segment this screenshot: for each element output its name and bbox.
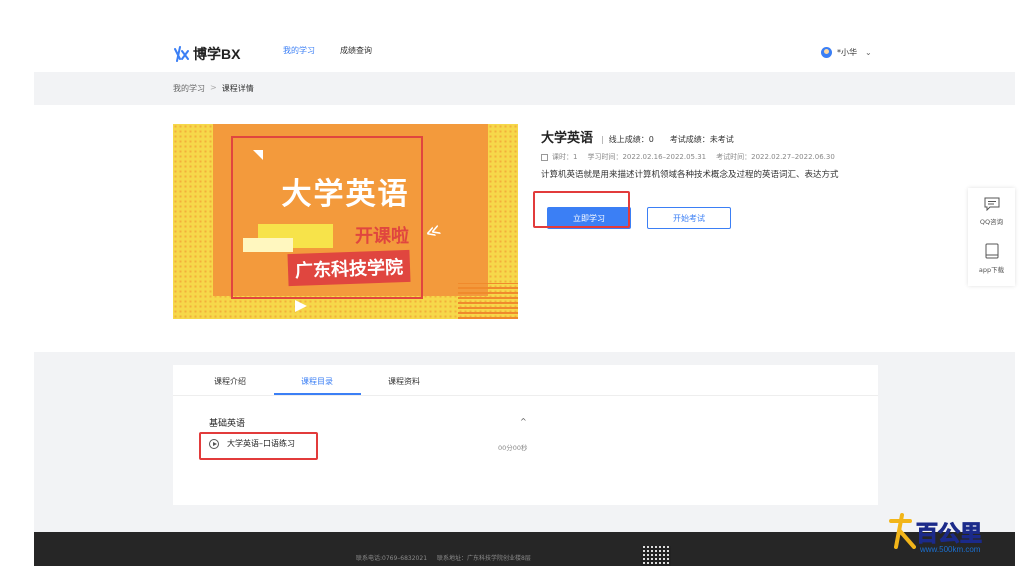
start-exam-button[interactable]: 开始考试 [647,207,731,229]
active-tab-indicator [274,393,361,395]
course-title-row: 大学英语 | 线上成绩：0 考试成绩：未考试 [541,127,921,146]
user-name: *小华 [837,48,857,57]
chapter-title[interactable]: 基础英语 [209,416,245,429]
tab-bar: 课程介绍 课程目录 课程资料 [173,365,878,396]
chat-icon [984,197,999,211]
cover-title: 大学英语 [281,177,410,212]
lesson-duration: 00分00秒 [498,444,528,452]
avatar [821,47,832,58]
cover-play-triangle [295,300,307,312]
chevron-down-icon: ⌄ [865,48,872,57]
breadcrumb-separator: > [210,83,217,92]
highlight-start-button [533,191,630,228]
footer-address: 联系地址：广东科技学院创业楼8层 [437,555,531,562]
app-download[interactable]: app下载 [968,243,1015,274]
course-description: 计算机英语就是用来描述计算机领域各种技术概念及过程的英语词汇、表达方式 [541,170,839,180]
app-window: 博学BX 我的学习 成绩查询 *小华 ⌄ 我的学习 > 课程详情 大学英语 开课… [34,35,1015,566]
user-menu[interactable]: *小华 ⌄ [821,47,872,58]
tab-course-catalog[interactable]: 课程目录 [301,376,333,387]
side-float-panel: QQ咨询 app下载 [968,188,1015,286]
course-panel: 大学英语 开课啦 ≪ 广东科技学院 大学英语 | 线上成绩：0 考试成绩：未考试… [34,105,1015,352]
logo[interactable]: 博学BX [173,44,240,64]
online-score: 线上成绩：0 [608,135,654,144]
study-time: 学习时间：2022.02.16–2022.05.31 [587,153,707,161]
course-name: 大学英语 [541,131,594,146]
title-divider: | [601,135,604,144]
breadcrumb-current: 课程详情 [221,84,254,93]
highlight-lesson-item [199,432,318,460]
footer-phone: 联系电话:0769–6832021 [356,555,428,562]
watermark-url: www.500km.com [920,545,981,554]
logo-icon [174,46,189,62]
course-hours-text: 课时：1 [552,153,578,161]
tab-course-materials[interactable]: 课程资料 [388,376,420,387]
watermark: 百公里 www.500km.com [888,511,1018,561]
cover-stripes [458,283,518,319]
logo-text: 博学BX [193,46,241,62]
cover-triangle [253,150,263,160]
qr-code-icon [641,546,671,566]
app-download-label: app下载 [978,266,1005,274]
cover-light-strip [243,238,293,252]
qq-consult[interactable]: QQ咨询 [968,197,1015,226]
course-cover: 大学英语 开课啦 ≪ 广东科技学院 [173,124,518,319]
footer: 联系电话:0769–6832021 联系地址：广东科技学院创业楼8层 [34,532,1015,566]
collapse-icon[interactable]: ^ [520,417,527,426]
cover-subtitle: 开课啦 [355,226,409,247]
exam-time: 考试时间：2022.02.27–2022.06.30 [716,153,835,161]
nav-score-query[interactable]: 成绩查询 [340,45,372,56]
watermark-logo-icon [889,513,916,549]
tablet-icon [985,243,998,259]
tab-course-intro[interactable]: 课程介绍 [214,376,246,387]
watermark-text: 百公里 [915,522,983,548]
course-hours: 课时：1 [541,152,577,162]
breadcrumb-home[interactable]: 我的学习 [173,83,205,94]
nav-my-learning[interactable]: 我的学习 [283,45,315,56]
cover-school: 广东科技学院 [287,249,411,287]
hours-icon [541,153,548,161]
footer-text: 联系电话:0769–6832021 联系地址：广东科技学院创业楼8层 [356,553,531,562]
top-header: 博学BX 我的学习 成绩查询 *小华 ⌄ [34,35,1015,72]
breadcrumb: 我的学习 > 课程详情 [173,83,254,94]
course-info: 大学英语 | 线上成绩：0 考试成绩：未考试 课时：1 学习时间：2022.02… [541,127,921,229]
qq-consult-label: QQ咨询 [979,218,1004,226]
exam-score: 考试成绩：未考试 [669,135,734,144]
course-meta: 课时：1 学习时间：2022.02.16–2022.05.31 考试时间：202… [541,152,921,162]
